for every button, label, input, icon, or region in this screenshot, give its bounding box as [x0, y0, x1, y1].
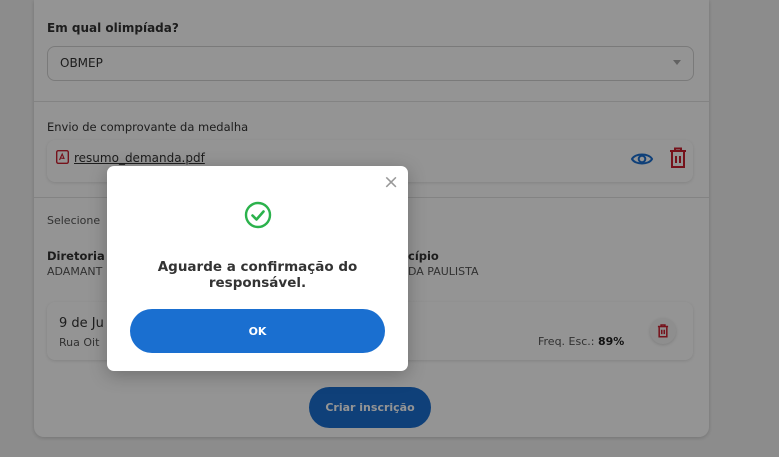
dialog-message: Aguarde a confirmação do responsável.: [157, 259, 358, 291]
check-circle-icon: [244, 201, 272, 229]
close-icon[interactable]: ×: [383, 173, 399, 192]
ok-button[interactable]: OK: [130, 309, 385, 353]
confirmation-dialog: × Aguarde a confirmação do responsável. …: [107, 166, 408, 371]
